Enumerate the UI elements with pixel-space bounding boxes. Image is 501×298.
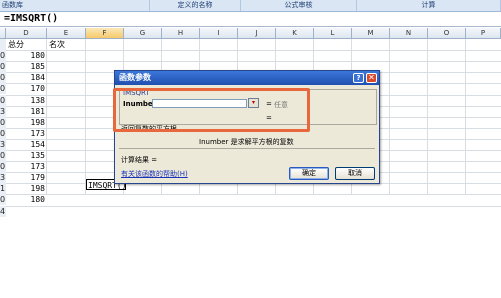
ribbon-group-formula-auditing[interactable]: 公式审核 — [241, 0, 357, 11]
col-header-p[interactable]: P — [466, 28, 501, 39]
score-cell[interactable]: 198 — [6, 117, 47, 128]
score-cell[interactable]: 170 — [6, 83, 47, 94]
col-header-h[interactable]: H — [162, 28, 200, 39]
cancel-button[interactable]: 取消 — [335, 167, 375, 180]
formula-text[interactable]: =IMSQRT() — [4, 13, 58, 24]
gridline — [6, 205, 501, 207]
close-icon[interactable]: ✕ — [366, 73, 377, 83]
score-cell[interactable]: 154 — [6, 139, 47, 150]
col-header-j[interactable]: J — [238, 28, 276, 39]
score-cell[interactable]: 180 — [6, 50, 47, 61]
dialog-title-bar[interactable]: 函数参数 ? ✕ — [115, 71, 379, 85]
gridline — [6, 194, 501, 196]
ribbon-group-function-library[interactable]: 函数库 — [0, 0, 150, 11]
divider — [119, 148, 375, 149]
col-header-l[interactable]: L — [314, 28, 352, 39]
score-cell[interactable]: 198 — [6, 183, 47, 194]
score-cell[interactable]: 184 — [6, 72, 47, 83]
col-header-m[interactable]: M — [352, 28, 390, 39]
score-cell[interactable]: 179 — [6, 172, 47, 183]
row-number[interactable]: 4 — [0, 205, 6, 217]
gridline — [6, 61, 501, 63]
col-header-d[interactable]: D — [6, 28, 47, 39]
col-header-n[interactable]: N — [390, 28, 428, 39]
score-cell[interactable]: 180 — [6, 194, 47, 205]
col-header-o[interactable]: O — [428, 28, 466, 39]
col-header-i[interactable]: I — [200, 28, 238, 39]
header-total-score[interactable]: 总分 — [6, 39, 24, 50]
formula-bar[interactable]: =IMSQRT() — [0, 12, 501, 27]
col-header-e[interactable]: E — [47, 28, 86, 39]
score-cell[interactable]: 173 — [6, 161, 47, 172]
ribbon-group-defined-names[interactable]: 定义的名称 — [150, 0, 241, 11]
dialog-title: 函数参数 — [119, 73, 151, 82]
ok-button[interactable]: 确定 — [289, 167, 329, 180]
help-link[interactable]: 有关该函数的帮助(H) — [121, 169, 188, 179]
score-cell[interactable]: 185 — [6, 61, 47, 72]
score-cell[interactable]: 181 — [6, 106, 47, 117]
ribbon: 函数库 定义的名称 公式审核 计算 — [0, 0, 501, 12]
header-rank[interactable]: 名次 — [47, 39, 65, 50]
col-header-f[interactable]: F — [86, 28, 124, 39]
score-cell[interactable]: 173 — [6, 128, 47, 139]
calculation-result: 计算结果 = — [121, 156, 158, 164]
gridline — [6, 50, 501, 52]
help-icon[interactable]: ? — [353, 73, 364, 83]
score-cell[interactable]: 138 — [6, 95, 47, 106]
score-cell[interactable]: 135 — [6, 150, 47, 161]
row-number[interactable] — [0, 39, 6, 50]
argument-description: Inumber 是求解平方根的复数 — [199, 138, 294, 146]
col-header-g[interactable]: G — [124, 28, 162, 39]
highlight-box — [113, 88, 310, 132]
col-header-k[interactable]: K — [276, 28, 314, 39]
ribbon-group-calculation[interactable]: 计算 — [357, 0, 501, 11]
